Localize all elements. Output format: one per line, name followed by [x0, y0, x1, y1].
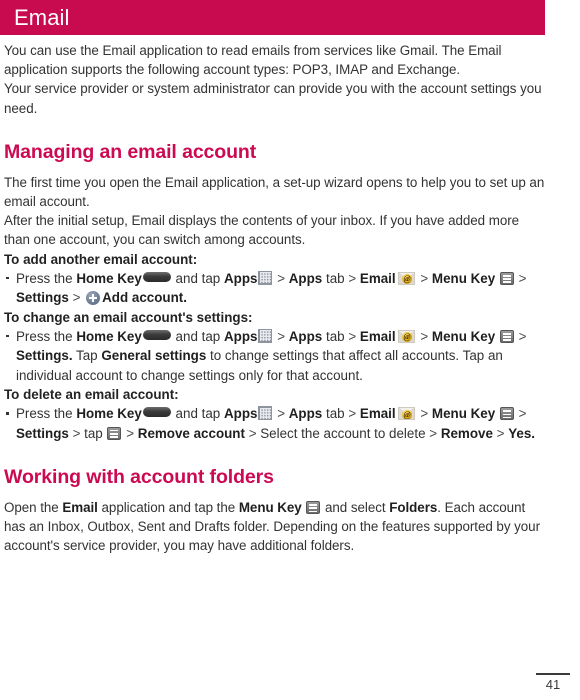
page-header-bar: Email	[0, 0, 545, 35]
procedure-lead-in-change-settings: To change an email account's settings:	[4, 309, 253, 325]
step-bold-settings: Settings.	[16, 348, 73, 364]
step-bold-settings: Settings	[16, 290, 69, 306]
step-text: Press the	[16, 270, 73, 286]
step-bold-general-settings: General settings	[101, 348, 207, 364]
step-separator: >	[420, 328, 429, 344]
step-separator: >	[518, 328, 527, 344]
page-number: 41	[545, 677, 561, 692]
step-bold-home-key: Home Key	[76, 270, 142, 286]
step-separator: >	[248, 425, 257, 441]
procedure-steps-change-settings: Press the Home Key and tap Apps > Apps t…	[4, 327, 548, 385]
step-separator: >	[348, 406, 357, 422]
procedure-steps-delete-account: Press the Home Key and tap Apps > Apps t…	[4, 404, 548, 443]
step-text-select-account: Select the account to delete	[260, 425, 426, 441]
list-item: Press the Home Key and tap Apps > Apps t…	[4, 327, 548, 385]
step-bold-menu-key: Menu Key	[431, 406, 496, 422]
step-separator: >	[420, 406, 429, 422]
step-separator: >	[348, 328, 357, 344]
menu-key-icon	[306, 501, 321, 515]
home-key-icon	[142, 407, 171, 418]
list-item: Press the Home Key and tap Apps > Apps t…	[4, 269, 548, 308]
step-separator: >	[496, 425, 505, 441]
menu-key-icon	[499, 329, 514, 343]
folders-text-3: and select	[325, 500, 386, 516]
step-separator: >	[277, 406, 286, 422]
plus-circle-icon	[86, 291, 101, 306]
email-envelope-at-icon: @	[397, 271, 415, 285]
folders-bold-email: Email	[62, 500, 98, 516]
page-title: Email	[14, 5, 70, 30]
step-text-tab: tab	[325, 328, 345, 344]
step-bold-add-account: Add account.	[102, 290, 187, 306]
section-heading-managing-account: Managing an email account	[4, 140, 257, 163]
step-separator: >	[72, 425, 81, 441]
step-bold-apps-tab: Apps	[288, 328, 323, 344]
list-item: Press the Home Key and tap Apps > Apps t…	[4, 404, 548, 443]
step-text: Press the	[16, 406, 73, 422]
step-separator: >	[277, 328, 286, 344]
step-bold-email: Email	[359, 328, 396, 344]
step-separator: >	[348, 270, 357, 286]
step-bold-home-key: Home Key	[76, 406, 142, 422]
managing-paragraph-2: After the initial setup, Email displays …	[4, 213, 520, 248]
managing-paragraph-1: The first time you open the Email applic…	[4, 174, 545, 210]
step-text: and tap	[175, 406, 221, 422]
footer-divider	[536, 673, 570, 675]
step-separator: >	[277, 270, 286, 286]
menu-key-icon	[499, 407, 514, 421]
step-bold-settings: Settings	[16, 425, 69, 441]
step-text-tab: tab	[325, 270, 345, 286]
apps-grid-icon	[258, 270, 273, 285]
step-bold-remove: Remove	[440, 425, 493, 441]
step-bold-menu-key: Menu Key	[431, 270, 496, 286]
step-bold-apps-tab: Apps	[288, 270, 323, 286]
apps-grid-icon	[258, 406, 273, 421]
step-separator: >	[72, 290, 81, 306]
step-separator: >	[420, 270, 429, 286]
step-text: and tap	[175, 270, 221, 286]
step-separator: >	[126, 425, 135, 441]
document-content: You can use the Email application to rea…	[4, 41, 548, 556]
step-bold-email: Email	[359, 270, 396, 286]
section-heading-account-folders: Working with account folders	[4, 466, 274, 489]
procedure-lead-in-delete-account: To delete an email account:	[4, 387, 179, 403]
step-bold-apps: Apps	[223, 406, 258, 422]
step-bold-apps: Apps	[223, 270, 258, 286]
step-text: and tap	[175, 328, 221, 344]
folders-bold-menu-key: Menu Key	[238, 500, 302, 516]
step-separator: >	[429, 425, 438, 441]
apps-grid-icon	[258, 328, 273, 343]
step-bold-home-key: Home Key	[76, 328, 142, 344]
procedure-steps-add-account: Press the Home Key and tap Apps > Apps t…	[4, 269, 548, 308]
step-bold-apps-tab: Apps	[288, 406, 323, 422]
email-envelope-at-icon: @	[397, 407, 415, 421]
home-key-icon	[142, 271, 171, 282]
home-key-icon	[142, 329, 171, 340]
folders-text-2: application and tap the	[101, 500, 236, 516]
step-text-tap: tap	[84, 425, 103, 441]
step-bold-yes: Yes.	[508, 425, 536, 441]
menu-key-icon	[107, 426, 122, 440]
step-bold-remove-account: Remove account	[137, 425, 245, 441]
step-text-tap: Tap	[76, 348, 98, 364]
folders-text-1: Open the	[4, 500, 59, 516]
page-footer: 41	[536, 673, 570, 692]
menu-key-icon	[499, 271, 514, 285]
intro-paragraph-2: Your service provider or system administ…	[4, 81, 542, 116]
folders-bold-folders: Folders	[389, 500, 438, 516]
intro-paragraph-1: You can use the Email application to rea…	[4, 43, 502, 78]
step-text-tab: tab	[325, 406, 345, 422]
step-separator: >	[518, 270, 527, 286]
step-text: Press the	[16, 328, 73, 344]
folders-paragraph: Open the Email application and tap the M…	[4, 498, 548, 556]
step-bold-email: Email	[359, 406, 396, 422]
email-envelope-at-icon: @	[397, 329, 415, 343]
step-separator: >	[518, 406, 527, 422]
procedure-lead-in-add-account: To add another email account:	[4, 251, 198, 267]
step-bold-menu-key: Menu Key	[431, 328, 496, 344]
step-bold-apps: Apps	[223, 328, 258, 344]
